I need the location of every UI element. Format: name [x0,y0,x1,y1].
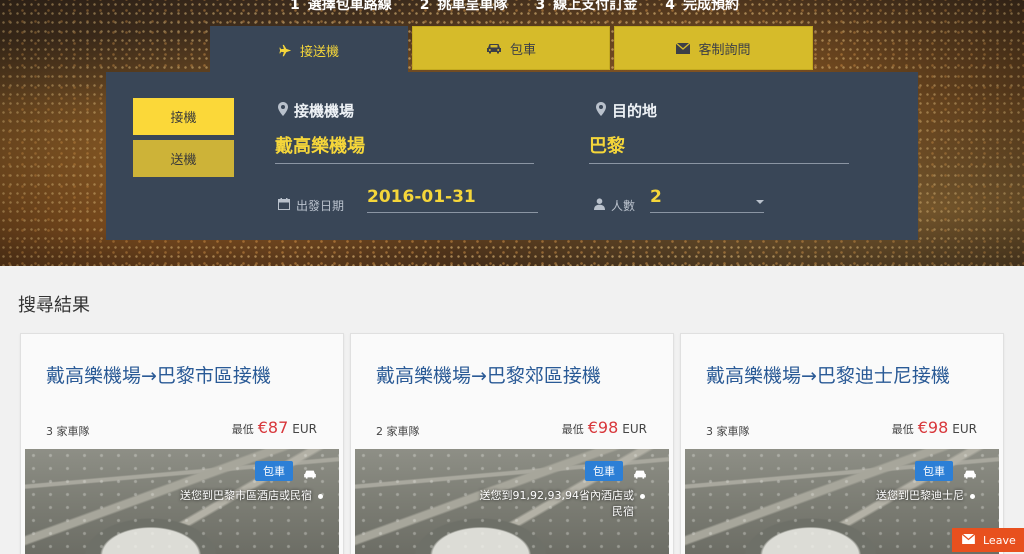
bullet-dot [318,493,323,499]
dropoff-mode-button[interactable]: 送機 [133,140,234,177]
pickup-mode-button[interactable]: 接機 [133,98,234,135]
step-1: 1 選擇包車路線 [290,0,392,13]
tab-charter-label: 包車 [509,42,536,58]
price-prefix: 最低 [891,423,914,436]
step-4: 4 完成預約 [665,0,739,13]
bullet-dot [640,493,645,499]
charter-badge: 包車 [255,461,293,481]
fleet-count: 2 家車隊 [376,425,420,438]
map-pin-icon [596,101,606,120]
fleet-count: 3 家車隊 [46,425,90,438]
price-currency: EUR [622,422,647,436]
people-select[interactable]: 2 [650,187,764,213]
envelope-icon [961,533,976,547]
chevron-down-icon[interactable] [756,200,764,204]
card-description: 送您到巴黎市區酒店或民宿 [103,488,323,504]
result-card[interactable]: 戴高樂機場→巴黎市區接機 3 家車隊 最低 €87 EUR 包車 送您到巴黎市區… [20,333,344,554]
price-block: 最低 €98 EUR [892,418,977,437]
map-pin-icon [278,101,288,120]
price-currency: EUR [292,422,317,436]
tab-custom-inquiry-label: 客制詢問 [698,42,751,58]
people-label: 人數 [594,197,635,214]
charter-badge: 包車 [585,461,623,481]
step-3: 3 線上支付訂金 [535,0,638,13]
car-icon [633,464,647,483]
user-icon [594,198,605,213]
price-amount: €98 [587,418,619,437]
price-amount: €87 [257,418,289,437]
tab-custom-inquiry[interactable]: 客制詢問 [614,26,813,70]
airport-input[interactable]: 戴高樂機場 [275,132,534,164]
booking-steps: 1 選擇包車路線 2 挑車呈車隊 3 線上支付訂金 4 完成預約 [290,0,739,14]
charter-badge: 包車 [915,461,953,481]
card-description: 送您到91,92,93,94省內酒店或 民宿 [425,488,645,520]
tab-charter[interactable]: 包車 [412,26,610,70]
price-block: 最低 €98 EUR [562,418,647,437]
airport-label: 接機機場 [278,100,354,121]
price-amount: €98 [917,418,949,437]
price-currency: EUR [952,422,977,436]
car-icon [963,464,977,483]
calendar-icon [278,198,290,213]
price-prefix: 最低 [231,423,254,436]
price-prefix: 最低 [561,423,584,436]
destination-input[interactable]: 巴黎 [589,132,849,164]
step-2: 2 挑車呈車隊 [419,0,508,13]
search-panel: 接機 送機 接機機場 戴高樂機場 目的地 巴黎 出發日期 2016-01-31 … [106,72,918,240]
results-heading: 搜尋結果 [18,295,90,316]
tab-transfer[interactable]: 接送機 [210,26,408,74]
leave-message-button[interactable]: Leave [952,528,1024,552]
bullet-dot [970,493,975,499]
price-block: 最低 €87 EUR [232,418,317,437]
car-icon [486,42,502,54]
date-input[interactable]: 2016-01-31 [367,187,538,213]
tab-transfer-label: 接送機 [299,44,339,60]
card-title[interactable]: 戴高樂機場→巴黎迪士尼接機 [706,361,950,388]
plane-icon [279,44,292,57]
card-description: 送您到巴黎迪士尼 [755,488,975,504]
result-card[interactable]: 戴高樂機場→巴黎郊區接機 2 家車隊 最低 €98 EUR 包車 送您到91,9… [350,333,674,554]
airport-aerial-image[interactable]: 包車 送您到91,92,93,94省內酒店或 民宿 [355,449,669,554]
car-icon [303,464,317,483]
card-title[interactable]: 戴高樂機場→巴黎市區接機 [46,361,271,388]
destination-label: 目的地 [596,100,657,121]
envelope-icon [676,42,691,54]
airport-aerial-image[interactable]: 包車 送您到巴黎市區酒店或民宿 [25,449,339,554]
card-title[interactable]: 戴高樂機場→巴黎郊區接機 [376,361,601,388]
fleet-count: 3 家車隊 [706,425,750,438]
leave-label: Leave [983,533,1016,547]
result-card[interactable]: 戴高樂機場→巴黎迪士尼接機 3 家車隊 最低 €98 EUR 包車 送您到巴黎迪… [680,333,1004,554]
date-label: 出發日期 [278,197,344,214]
